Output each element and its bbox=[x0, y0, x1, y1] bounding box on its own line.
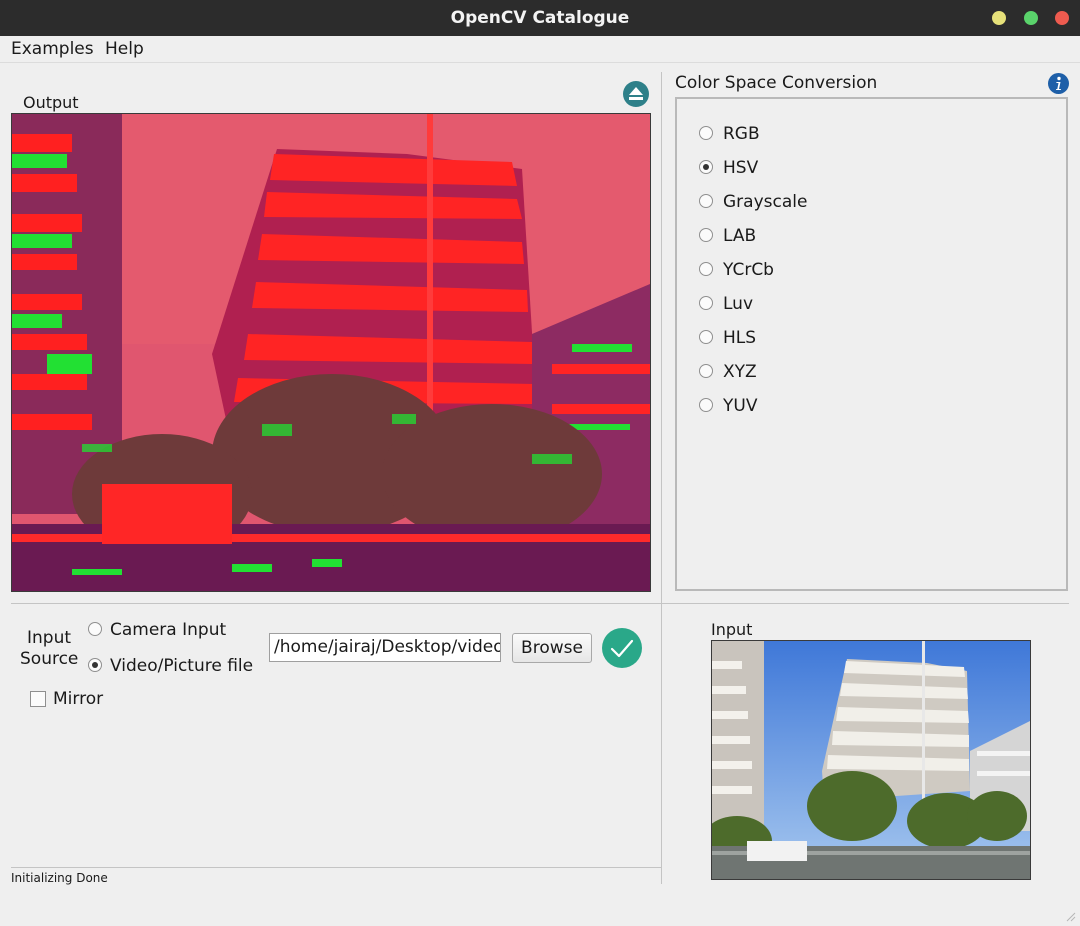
radio-button[interactable] bbox=[88, 622, 102, 636]
radio-label: LAB bbox=[723, 226, 757, 246]
title-bar: OpenCV Catalogue bbox=[0, 0, 1080, 36]
browse-button[interactable]: Browse bbox=[512, 633, 592, 663]
radio-button[interactable] bbox=[699, 194, 713, 208]
radio-label: Video/Picture file bbox=[110, 656, 254, 676]
status-text: Initializing Done bbox=[11, 871, 108, 885]
radio-button[interactable] bbox=[88, 658, 102, 672]
radio-button[interactable] bbox=[699, 296, 713, 310]
radio-label: YCrCb bbox=[723, 260, 774, 280]
output-label: Output bbox=[23, 93, 79, 112]
check-icon[interactable] bbox=[602, 628, 642, 668]
input-source-label-line2: Source bbox=[20, 649, 79, 669]
menu-help[interactable]: Help bbox=[105, 38, 144, 60]
radio-label: HSV bbox=[723, 158, 759, 178]
close-button[interactable] bbox=[1055, 11, 1069, 25]
radio-button[interactable] bbox=[699, 262, 713, 276]
radio-label: Luv bbox=[723, 294, 754, 314]
output-image bbox=[11, 113, 651, 592]
resize-grip-icon[interactable] bbox=[1064, 907, 1076, 922]
radio-label: YUV bbox=[723, 396, 758, 416]
input-image bbox=[711, 640, 1031, 880]
minimize-button[interactable] bbox=[992, 11, 1006, 25]
radio-button[interactable] bbox=[699, 364, 713, 378]
mirror-checkbox[interactable] bbox=[30, 691, 46, 707]
menu-bar: Examples Help bbox=[0, 36, 1080, 63]
info-icon[interactable] bbox=[1048, 73, 1069, 94]
radio-label: XYZ bbox=[723, 362, 757, 382]
color-space-group: RGB HSV Grayscale LAB YCrCb Luv HLS XYZ … bbox=[675, 97, 1068, 591]
radio-button[interactable] bbox=[699, 160, 713, 174]
radio-button[interactable] bbox=[699, 398, 713, 412]
radio-button[interactable] bbox=[699, 228, 713, 242]
radio-label: HLS bbox=[723, 328, 757, 348]
radio-label: Grayscale bbox=[723, 192, 808, 212]
input-label: Input bbox=[711, 620, 753, 639]
radio-button[interactable] bbox=[699, 126, 713, 140]
window-title: OpenCV Catalogue bbox=[450, 8, 630, 28]
maximize-button[interactable] bbox=[1024, 11, 1038, 25]
menu-examples[interactable]: Examples bbox=[11, 38, 94, 60]
radio-label: Camera Input bbox=[110, 620, 227, 640]
mirror-label: Mirror bbox=[53, 689, 104, 709]
radio-label: RGB bbox=[723, 124, 760, 144]
radio-button[interactable] bbox=[699, 330, 713, 344]
color-space-title: Color Space Conversion bbox=[675, 73, 878, 93]
input-source-label-line1: Input bbox=[27, 628, 72, 648]
file-path-input[interactable]: /home/jairaj/Desktop/video bbox=[269, 633, 501, 662]
eject-icon[interactable] bbox=[623, 81, 649, 107]
